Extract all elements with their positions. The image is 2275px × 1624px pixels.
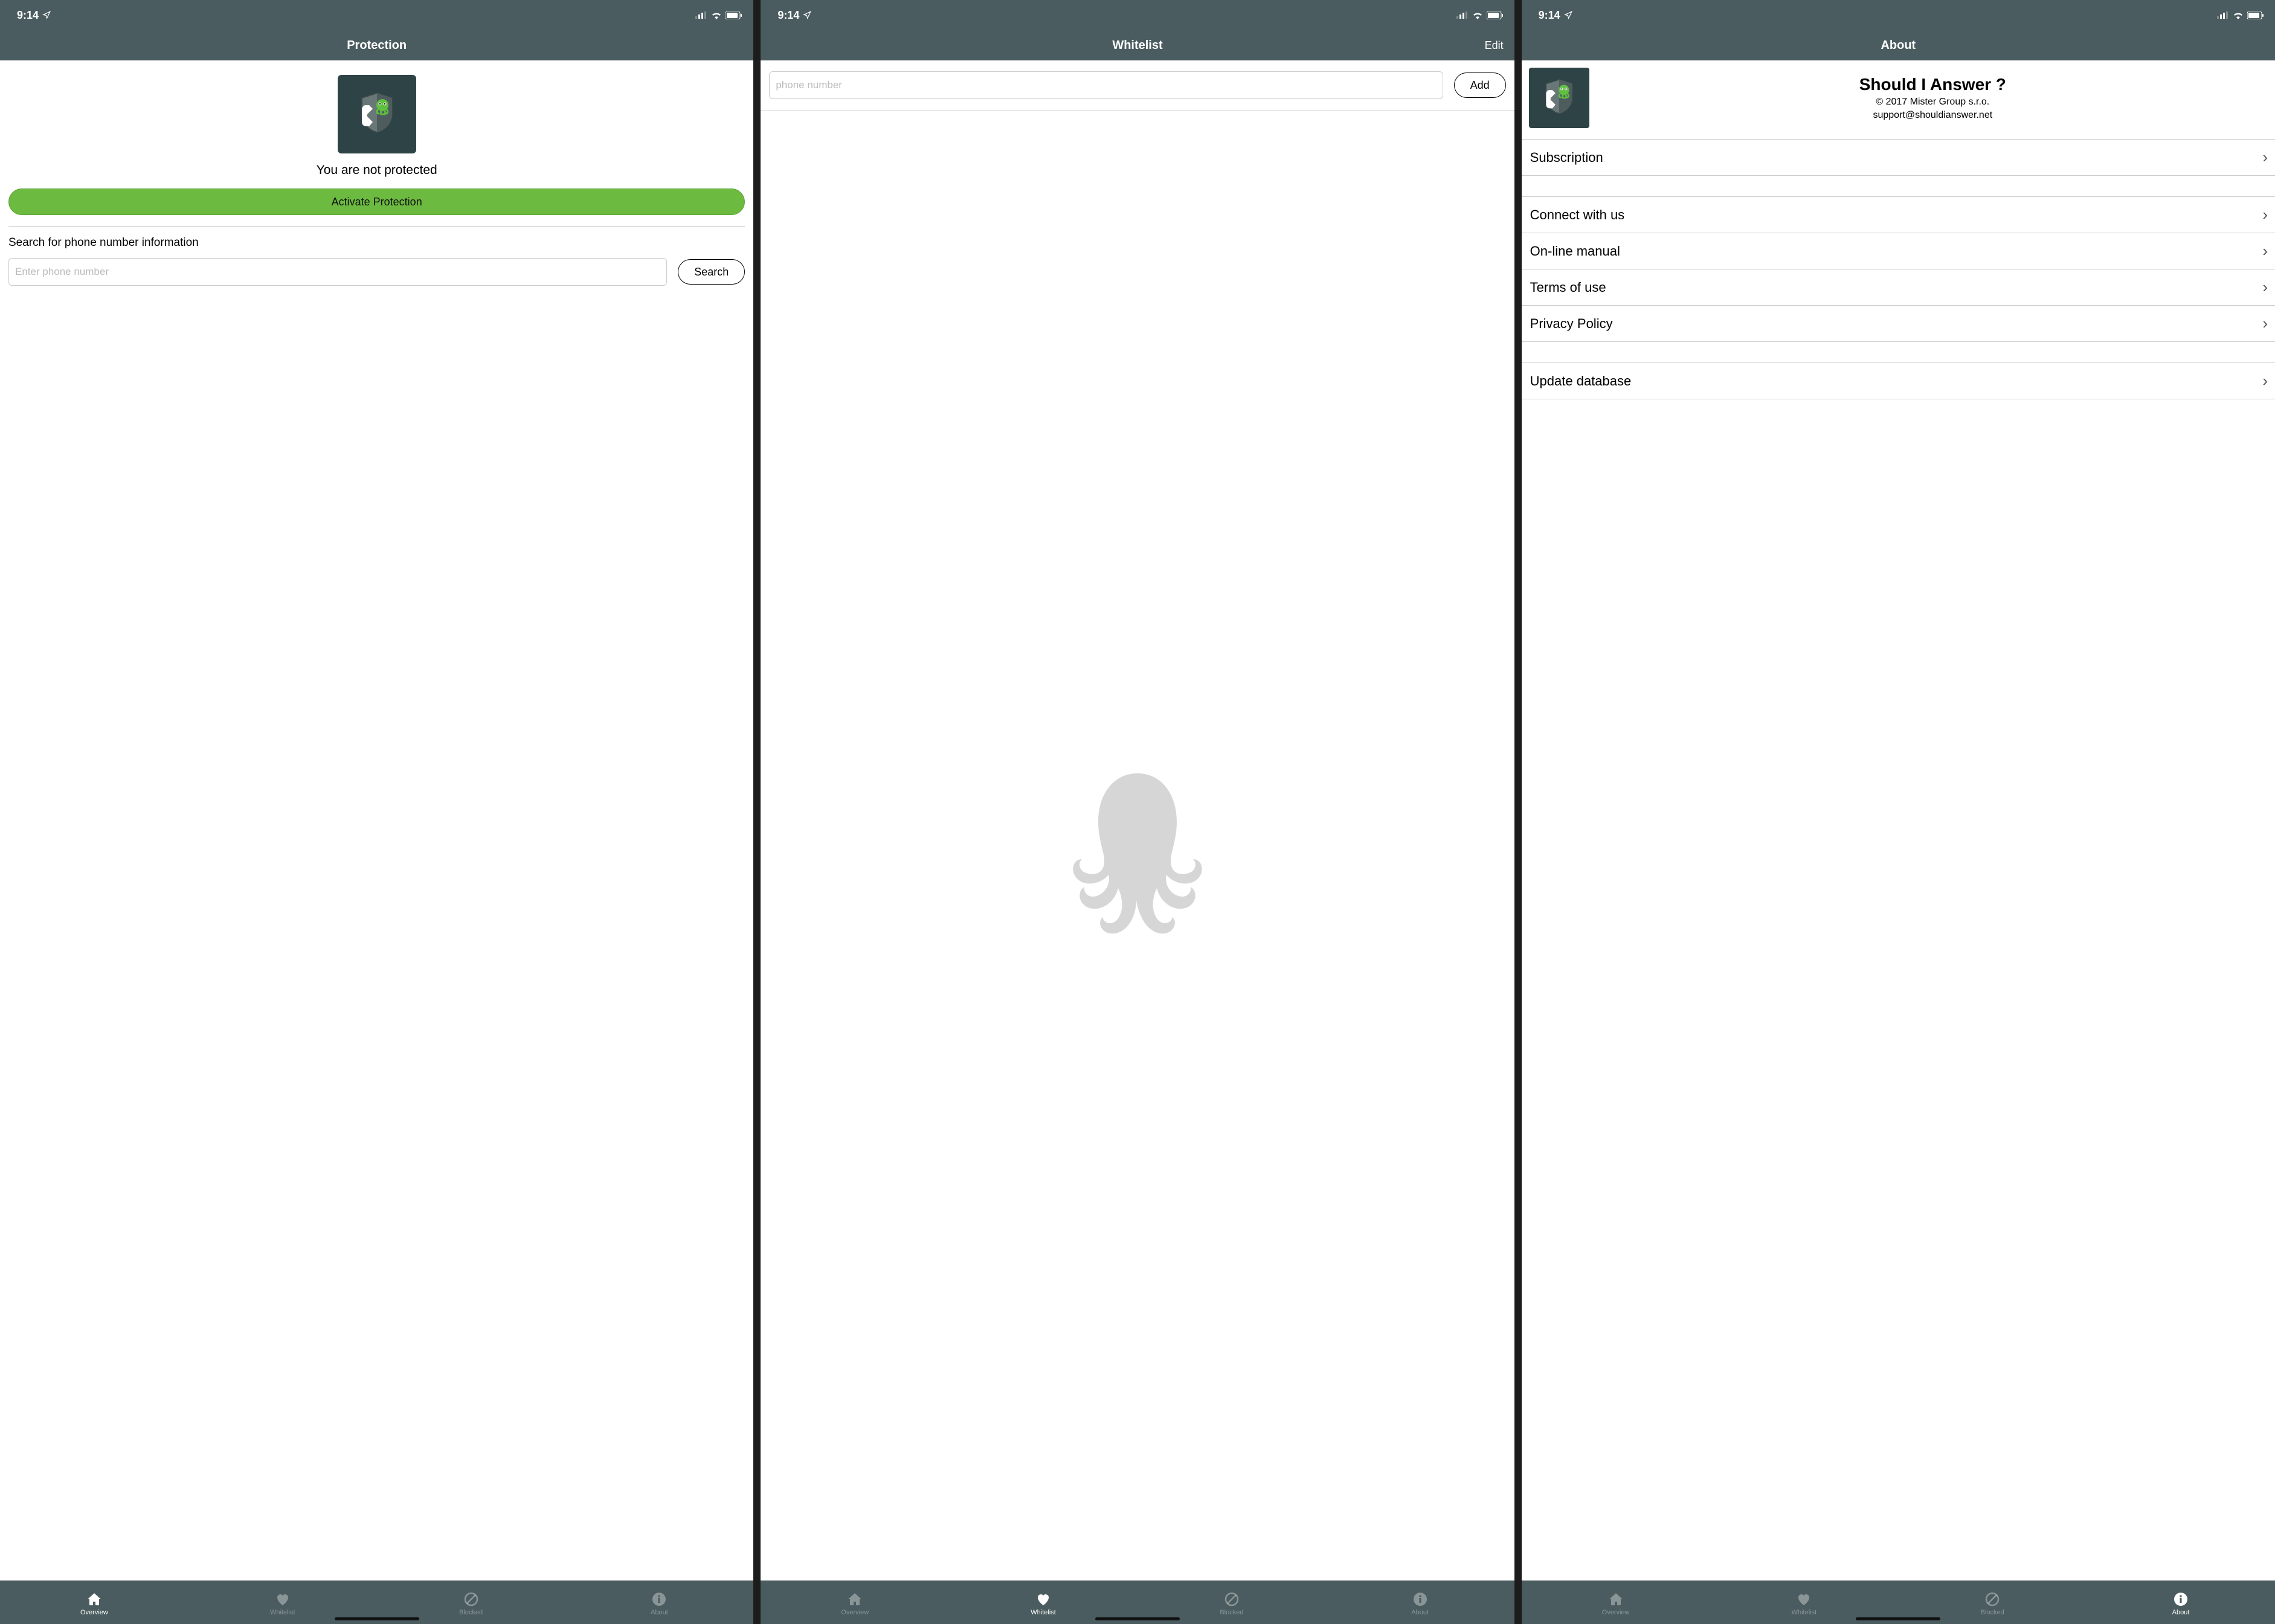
status-time: 9:14 — [1539, 9, 1560, 22]
battery-icon — [2247, 11, 2264, 19]
battery-icon — [726, 11, 742, 19]
tab-about[interactable]: About — [565, 1591, 753, 1616]
row-connect[interactable]: Connect with us › — [1522, 196, 2275, 233]
status-bar: 9:14 — [1522, 0, 2275, 30]
page-title: Whitelist — [1112, 39, 1162, 53]
whitelist-phone-input[interactable]: phone number — [769, 71, 1443, 99]
activate-protection-button[interactable]: Activate Protection — [8, 188, 745, 215]
tab-whitelist[interactable]: Whitelist — [949, 1591, 1138, 1616]
location-icon — [803, 11, 811, 19]
cellular-icon — [1456, 11, 1469, 19]
status-bar: 9:14 — [761, 0, 1514, 30]
heart-icon — [1035, 1591, 1051, 1607]
empty-state-octopus — [761, 111, 1514, 1580]
tab-overview[interactable]: Overview — [1522, 1591, 1710, 1616]
blocked-icon — [1224, 1591, 1240, 1607]
row-subscription[interactable]: Subscription › — [1522, 139, 2275, 176]
search-button[interactable]: Search — [678, 259, 745, 285]
tab-blocked[interactable]: Blocked — [377, 1591, 565, 1616]
row-terms[interactable]: Terms of use › — [1522, 269, 2275, 306]
phone-search-input[interactable]: Enter phone number — [8, 258, 667, 286]
row-manual[interactable]: On-line manual › — [1522, 233, 2275, 269]
tab-overview[interactable]: Overview — [761, 1591, 949, 1616]
cellular-icon — [695, 11, 707, 19]
screen-whitelist: 9:14 Whitelist Edit phone number Add — [761, 0, 1514, 1624]
row-update-db[interactable]: Update database › — [1522, 362, 2275, 399]
tab-about[interactable]: About — [2087, 1591, 2275, 1616]
tab-blocked[interactable]: Blocked — [1898, 1591, 2087, 1616]
page-title: About — [1881, 39, 1916, 53]
chevron-right-icon: › — [2262, 205, 2268, 224]
battery-icon — [1487, 11, 1504, 19]
protection-status-text: You are not protected — [0, 163, 753, 178]
blocked-icon — [463, 1591, 479, 1607]
screen-protection: 9:14 Protection You are not protected A — [0, 0, 753, 1624]
nav-bar: Protection — [0, 30, 753, 60]
divider — [8, 226, 745, 227]
copyright-text: © 2017 Mister Group s.r.o. — [1598, 97, 2268, 108]
status-bar: 9:14 — [0, 0, 753, 30]
page-title: Protection — [347, 39, 407, 53]
info-icon — [1412, 1591, 1428, 1607]
cellular-icon — [2217, 11, 2229, 19]
home-icon — [847, 1591, 863, 1607]
wifi-icon — [711, 11, 722, 19]
wifi-icon — [1472, 11, 1483, 19]
chevron-right-icon: › — [2262, 314, 2268, 333]
location-icon — [42, 11, 51, 19]
edit-button[interactable]: Edit — [1485, 39, 1504, 52]
location-icon — [1564, 11, 1572, 19]
status-time: 9:14 — [17, 9, 39, 22]
heart-icon — [275, 1591, 291, 1607]
add-button[interactable]: Add — [1454, 72, 1506, 98]
home-indicator[interactable] — [1856, 1617, 1940, 1620]
tab-whitelist[interactable]: Whitelist — [188, 1591, 377, 1616]
home-indicator[interactable] — [335, 1617, 419, 1620]
heart-icon — [1796, 1591, 1812, 1607]
app-name: Should I Answer ? — [1598, 75, 2268, 94]
row-privacy[interactable]: Privacy Policy › — [1522, 306, 2275, 342]
info-icon — [651, 1591, 667, 1607]
status-time: 9:14 — [777, 9, 799, 22]
tab-whitelist[interactable]: Whitelist — [1710, 1591, 1898, 1616]
tab-overview[interactable]: Overview — [0, 1591, 188, 1616]
info-icon — [2173, 1591, 2189, 1607]
home-icon — [86, 1591, 102, 1607]
home-indicator[interactable] — [1095, 1617, 1180, 1620]
blocked-icon — [1984, 1591, 2000, 1607]
tab-about[interactable]: About — [1326, 1591, 1514, 1616]
nav-bar: Whitelist Edit — [761, 30, 1514, 60]
screen-about: 9:14 About S — [1522, 0, 2275, 1624]
chevron-right-icon: › — [2262, 278, 2268, 297]
chevron-right-icon: › — [2262, 372, 2268, 390]
home-icon — [1608, 1591, 1624, 1607]
app-logo — [338, 75, 416, 153]
tab-blocked[interactable]: Blocked — [1138, 1591, 1326, 1616]
wifi-icon — [2233, 11, 2244, 19]
search-heading: Search for phone number information — [0, 236, 753, 258]
chevron-right-icon: › — [2262, 242, 2268, 260]
chevron-right-icon: › — [2262, 148, 2268, 167]
nav-bar: About — [1522, 30, 2275, 60]
app-logo — [1529, 68, 1589, 128]
support-email[interactable]: support@shouldianswer.net — [1598, 110, 2268, 121]
